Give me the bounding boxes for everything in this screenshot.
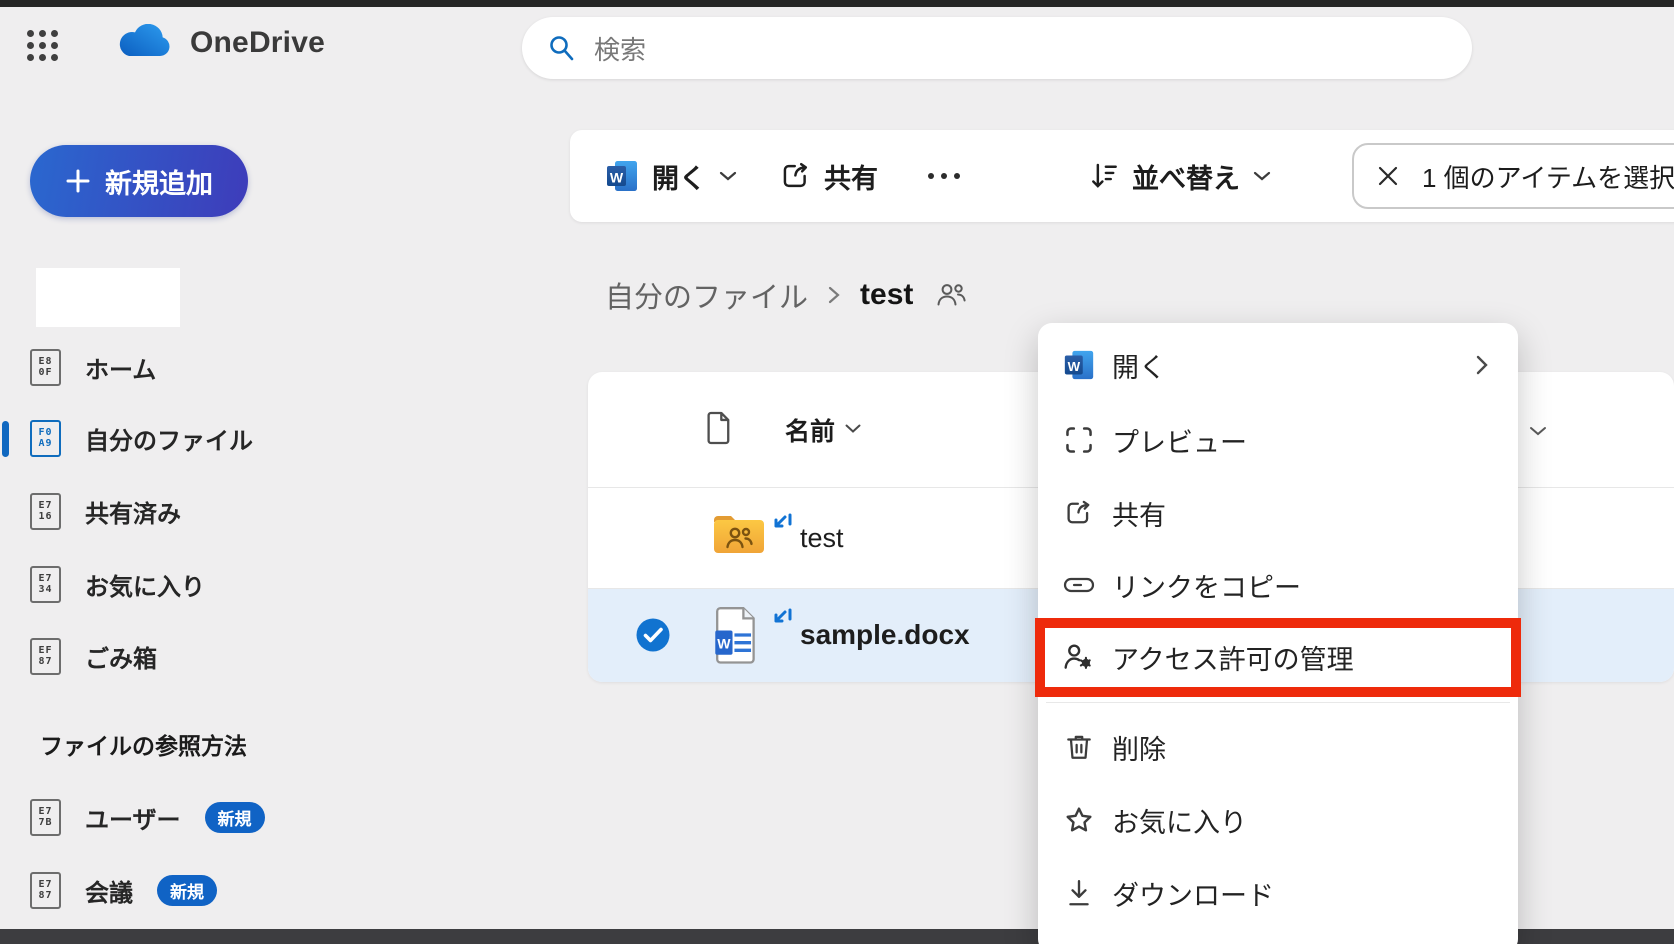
docx-file-icon: W: [714, 606, 760, 664]
chevron-down-icon[interactable]: [1528, 424, 1548, 438]
context-menu: W 開く プレビュー 共有: [1038, 323, 1518, 944]
favorite-icon: [1062, 805, 1096, 835]
menu-item-manage-access[interactable]: アクセス許可の管理: [1038, 621, 1518, 693]
favorites-icon: E734: [30, 566, 61, 603]
shared-icon: E716: [30, 493, 61, 530]
search-icon: [546, 33, 576, 63]
shared-people-icon: [935, 280, 967, 310]
window-top-edge: [0, 0, 1674, 7]
sort-icon: [1088, 160, 1120, 192]
chevron-down-icon: [1252, 169, 1272, 183]
plus-icon: [65, 168, 91, 194]
home-icon: E80F: [30, 349, 61, 386]
more-commands-icon[interactable]: [918, 163, 970, 189]
breadcrumb-chevron-icon: [826, 283, 842, 307]
app-launcher-icon[interactable]: [24, 27, 60, 63]
menu-item-favorite[interactable]: お気に入り: [1038, 784, 1518, 856]
copy-link-icon: [1062, 572, 1096, 598]
share-button[interactable]: 共有: [780, 157, 878, 196]
name-column-header[interactable]: 名前: [785, 412, 835, 448]
sidebar-item-home[interactable]: E80F ホーム: [30, 343, 330, 391]
redacted-account-area: [36, 268, 180, 327]
sidebar-item-shared[interactable]: E716 共有済み: [30, 487, 330, 535]
sidebar-item-favorites[interactable]: E734 お気に入り: [30, 560, 330, 608]
search-placeholder: 検索: [594, 30, 646, 67]
share-icon: [780, 160, 812, 192]
share-icon: [1062, 498, 1096, 528]
meetings-nav-icon: E787: [30, 872, 61, 909]
recently-shared-marker-icon: [769, 607, 795, 633]
sidebar-item-people[interactable]: E77B ユーザー 新規: [30, 793, 330, 841]
selected-nav-indicator: [2, 421, 9, 457]
search-input[interactable]: 検索: [522, 17, 1472, 79]
onedrive-app: OneDrive 検索 新規追加 E80F ホーム F0A9 自分のファイル E…: [0, 0, 1674, 944]
breadcrumb-my-files[interactable]: 自分のファイル: [605, 274, 808, 316]
sidebar-item-my-files[interactable]: F0A9 自分のファイル: [30, 414, 330, 462]
sidebar-item-recycle-bin[interactable]: EF87 ごみ箱: [30, 632, 330, 680]
breadcrumb: 自分のファイル test: [605, 270, 967, 320]
clear-selection-icon[interactable]: [1376, 164, 1400, 188]
sort-button[interactable]: 並べ替え: [1088, 157, 1272, 196]
chevron-down-icon: [718, 169, 738, 183]
submenu-chevron-icon: [1474, 352, 1490, 378]
download-icon: [1062, 878, 1096, 908]
selected-check-icon[interactable]: [635, 617, 671, 653]
people-nav-icon: E77B: [30, 799, 61, 836]
menu-item-preview[interactable]: プレビュー: [1038, 404, 1518, 476]
preview-icon: [1062, 425, 1096, 455]
add-new-button[interactable]: 新規追加: [30, 145, 248, 217]
command-bar: W 開く 共有: [570, 130, 1674, 222]
chevron-down-icon: [844, 422, 862, 435]
word-icon: W: [1062, 348, 1096, 382]
recently-shared-marker-icon: [769, 512, 795, 538]
menu-item-copy-link[interactable]: リンクをコピー: [1038, 549, 1518, 621]
onedrive-logo-icon: [116, 24, 174, 62]
divider: [1046, 702, 1510, 703]
open-button[interactable]: W 開く: [604, 157, 738, 196]
add-new-label: 新規追加: [105, 162, 213, 201]
brand-name: OneDrive: [190, 26, 325, 60]
my-files-icon: F0A9: [30, 420, 61, 457]
browse-files-section-title: ファイルの参照方法: [40, 727, 247, 761]
word-icon: W: [604, 158, 640, 194]
shared-folder-icon: [710, 510, 768, 558]
svg-text:W: W: [610, 170, 624, 186]
document-type-column-icon[interactable]: [704, 410, 734, 446]
menu-item-download[interactable]: ダウンロード: [1038, 857, 1518, 929]
manage-access-icon: [1062, 642, 1096, 672]
new-badge: 新規: [205, 802, 265, 833]
delete-icon: [1062, 732, 1096, 762]
menu-item-open[interactable]: W 開く: [1038, 329, 1518, 401]
breadcrumb-current-folder[interactable]: test: [860, 278, 913, 312]
menu-item-delete[interactable]: 削除: [1038, 711, 1518, 783]
svg-text:W: W: [717, 635, 731, 651]
svg-text:W: W: [1068, 359, 1081, 374]
sidebar-item-meetings[interactable]: E787 会議 新規: [30, 866, 330, 914]
brand: OneDrive: [116, 24, 325, 62]
menu-item-share[interactable]: 共有: [1038, 477, 1518, 549]
recycle-bin-icon: EF87: [30, 638, 61, 675]
new-badge: 新規: [157, 875, 217, 906]
selection-count-pill[interactable]: 1 個のアイテムを選択: [1352, 143, 1674, 209]
